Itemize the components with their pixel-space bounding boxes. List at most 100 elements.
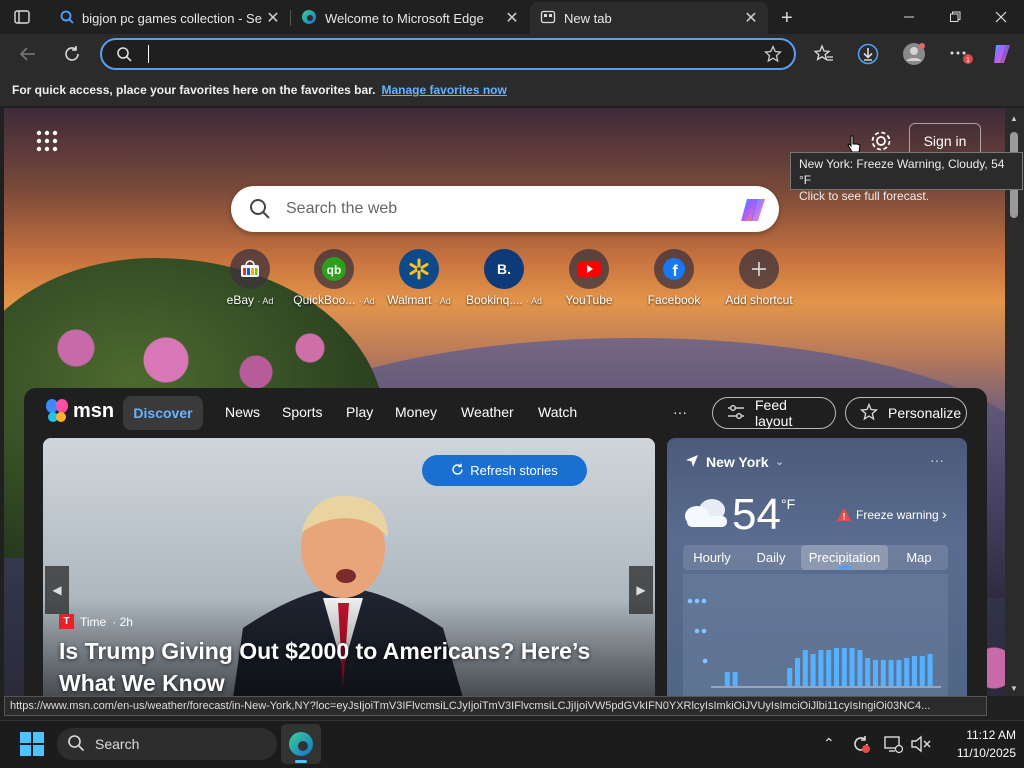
precip-bar	[880, 660, 886, 686]
quicklink-booking[interactable]: B. Bookinq.... · Ad	[459, 249, 549, 307]
nav-tab-watch[interactable]: Watch	[538, 404, 577, 420]
chevron-right-icon: ▶	[636, 583, 646, 597]
chevron-up-icon[interactable]: ⌃	[823, 735, 835, 752]
search-icon	[116, 46, 132, 67]
nav-tab-play[interactable]: Play	[346, 404, 373, 420]
precip-bar	[795, 658, 800, 686]
nav-tab-money[interactable]: Money	[395, 404, 437, 420]
favorites-icon[interactable]	[808, 38, 840, 70]
precip-bar	[802, 650, 808, 686]
quicklink-label: Add shortcut	[725, 293, 793, 307]
youtube-icon	[569, 249, 609, 289]
precip-bar	[912, 656, 917, 686]
address-bar[interactable]	[100, 38, 796, 70]
quicklink-label: YouTube	[565, 293, 613, 307]
next-story-button[interactable]: ▶	[629, 566, 653, 614]
page-settings-gear-icon[interactable]	[868, 128, 894, 154]
booking-icon: B.	[484, 249, 524, 289]
precip-bar	[724, 672, 730, 686]
weather-tab-hourly[interactable]: Hourly	[683, 545, 741, 570]
previous-story-button[interactable]: ◀	[45, 566, 69, 614]
apps-launcher-icon[interactable]	[36, 130, 58, 152]
close-window-icon[interactable]	[978, 0, 1024, 34]
copilot-icon[interactable]	[739, 196, 769, 229]
close-icon[interactable]: ✕	[740, 8, 762, 28]
weather-tooltip: New York: Freeze Warning, Cloudy, 54 °F …	[790, 152, 1023, 203]
chevron-down-icon[interactable]: ⌄	[775, 455, 784, 468]
ad-badge: · Ad	[257, 296, 274, 306]
quicklink-label: Facebook	[647, 293, 701, 307]
ad-badge: · Ad	[526, 296, 543, 306]
precip-bar	[818, 650, 824, 686]
manage-favorites-link[interactable]: Manage favorites now	[381, 83, 506, 97]
precip-bar	[732, 672, 738, 686]
tab-actions-icon[interactable]	[14, 9, 30, 25]
tab-strip: bigjon pc games collection - Search ✕ We…	[0, 0, 1024, 34]
quicklink-add-shortcut[interactable]: Add shortcut	[714, 249, 804, 307]
sync-icon[interactable]	[851, 734, 871, 759]
close-icon[interactable]: ✕	[501, 8, 523, 28]
nav-more-button[interactable]: ···	[673, 404, 687, 420]
quickbooks-icon: qb	[314, 249, 354, 289]
back-icon[interactable]	[12, 38, 44, 70]
personalize-button[interactable]: Personalize	[845, 397, 967, 429]
scroll-down-icon[interactable]: ▼	[1010, 684, 1018, 693]
settings-more-icon[interactable]: 1	[944, 38, 976, 70]
close-icon[interactable]: ✕	[262, 8, 284, 28]
profile-icon[interactable]	[898, 38, 930, 70]
tab-newtab[interactable]: New tab ✕	[530, 2, 768, 34]
location-arrow-icon	[685, 454, 699, 473]
quicklink-walmart[interactable]: Walmart · Ad	[374, 249, 464, 307]
precip-bar	[927, 654, 933, 686]
weather-tab-daily[interactable]: Daily	[743, 545, 799, 570]
quicklink-ebay[interactable]: eBay · Ad	[205, 249, 295, 307]
new-tab-plus-icon[interactable]: +	[781, 7, 793, 30]
nav-tab-weather[interactable]: Weather	[461, 404, 514, 420]
tab-search[interactable]: bigjon pc games collection - Search ✕	[50, 2, 290, 34]
weather-temperature: 54	[732, 490, 781, 539]
taskbar-edge-button[interactable]	[281, 724, 321, 764]
precip-bar	[904, 658, 910, 686]
taskbar-clock[interactable]: 11:12 AM 11/10/2025	[936, 726, 1016, 762]
quicklink-quickbooks[interactable]: qb QuickBoo... · Ad	[289, 249, 379, 307]
precip-bar	[896, 660, 902, 686]
refresh-icon	[451, 463, 464, 479]
nav-tab-sports[interactable]: Sports	[282, 404, 322, 420]
scroll-up-icon[interactable]: ▲	[1010, 114, 1018, 123]
tab-welcome[interactable]: Welcome to Microsoft Edge ✕	[291, 2, 529, 34]
hero-headline[interactable]: Is Trump Giving Out $2000 to Americans? …	[59, 635, 619, 699]
personalize-label: Personalize	[888, 405, 962, 421]
feed-layout-button[interactable]: Feed layout	[712, 397, 836, 429]
weather-unit[interactable]: °F	[781, 496, 795, 512]
weather-more-button[interactable]: ···	[930, 452, 944, 468]
svg-text:1: 1	[966, 57, 970, 64]
time-logo-icon: T	[59, 614, 74, 629]
freeze-warning-link[interactable]: Freeze warning	[856, 508, 939, 522]
story-age: · 2h	[112, 614, 133, 629]
nav-tab-discover[interactable]: Discover	[123, 396, 203, 430]
minimize-icon[interactable]	[886, 0, 932, 34]
favorite-star-icon[interactable]	[763, 44, 783, 68]
refresh-icon[interactable]	[56, 38, 88, 70]
active-tab-indicator	[838, 566, 852, 569]
quicklink-label: eBay	[226, 293, 254, 307]
weather-tab-map[interactable]: Map	[890, 545, 948, 570]
quicklink-facebook[interactable]: f Facebook	[629, 249, 719, 307]
copilot-icon[interactable]	[986, 38, 1018, 70]
volume-muted-icon[interactable]	[910, 734, 932, 759]
windows-start-icon[interactable]	[20, 732, 44, 761]
tab-title: bigjon pc games collection - Search	[82, 10, 262, 26]
nav-tab-news[interactable]: News	[225, 404, 260, 420]
weather-location[interactable]: New York	[706, 454, 769, 470]
address-input[interactable]	[152, 44, 752, 64]
quicklink-youtube[interactable]: YouTube	[544, 249, 634, 307]
taskbar-search[interactable]: Search	[57, 728, 277, 760]
svg-text:f: f	[672, 263, 678, 280]
web-search-box[interactable]: Search the web	[231, 186, 779, 232]
downloads-icon[interactable]	[852, 38, 884, 70]
msn-logo[interactable]: msn	[44, 396, 114, 426]
network-icon[interactable]	[883, 734, 904, 759]
refresh-stories-button[interactable]: Refresh stories	[422, 455, 587, 486]
restore-icon[interactable]	[932, 0, 978, 34]
walmart-icon	[399, 249, 439, 289]
